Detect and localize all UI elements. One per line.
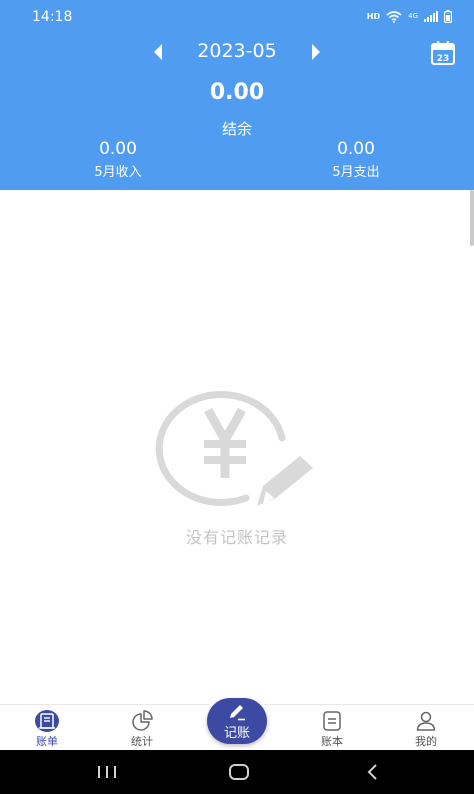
current-month: 2023-05 xyxy=(0,40,474,62)
current-month-text: 2023-05 xyxy=(197,40,277,62)
bill-icon xyxy=(35,710,59,732)
add-record-label: 记账 xyxy=(223,726,250,741)
tab-bills-label: 账单 xyxy=(36,735,58,748)
user-icon xyxy=(416,711,436,731)
tab-mine-label: 我的 xyxy=(415,735,437,748)
pie-chart-icon xyxy=(132,710,153,731)
empty-message: 没有记账记录 xyxy=(185,528,288,547)
balance-value: 0.00 xyxy=(209,80,265,105)
prev-month-button[interactable] xyxy=(148,42,168,62)
tab-books-label: 账本 xyxy=(321,735,343,748)
income-label: 5月收入 xyxy=(94,165,142,180)
next-month-button[interactable] xyxy=(306,42,326,62)
recents-button[interactable] xyxy=(92,760,122,784)
balance-label: 结余 xyxy=(221,120,252,138)
home-button[interactable] xyxy=(224,760,254,784)
calendar-icon: 23 xyxy=(431,41,455,65)
tab-bills[interactable]: 账单 xyxy=(17,709,77,751)
tab-mine[interactable]: 我的 xyxy=(396,709,456,751)
income-summary: 0.00 5月收入 xyxy=(48,138,188,184)
calendar-day: 23 xyxy=(437,54,450,64)
system-nav-bar xyxy=(0,750,474,794)
hd-indicator: HD xyxy=(366,12,381,21)
signal-icon xyxy=(424,11,438,22)
back-icon xyxy=(367,764,377,780)
expense-summary: 0.00 5月支出 xyxy=(286,138,426,184)
expense-label: 5月支出 xyxy=(332,165,380,180)
status-icons: HD 4G xyxy=(367,10,452,23)
back-button[interactable] xyxy=(358,760,388,784)
income-value: 0.00 xyxy=(99,139,137,159)
triangle-right-icon xyxy=(312,44,320,60)
triangle-left-icon xyxy=(154,44,162,60)
pencil-icon xyxy=(230,705,245,721)
summary-header: 14:18 HD 4G 2023-05 23 0.00 结余 0.00 5月收入… xyxy=(0,0,474,190)
status-bar: 14:18 HD 4G xyxy=(0,0,474,34)
expense-value: 0.00 xyxy=(337,139,375,159)
empty-state: 没有记账记录 xyxy=(0,380,474,550)
battery-icon xyxy=(444,10,452,23)
status-time: 14:18 xyxy=(32,9,73,25)
network-type: 4G xyxy=(408,12,418,20)
yen-pencil-icon xyxy=(155,391,313,507)
recents-icon xyxy=(98,766,116,778)
tab-stats-label: 统计 xyxy=(131,735,153,748)
add-record-button[interactable]: 记账 xyxy=(207,698,267,744)
calendar-button[interactable]: 23 xyxy=(430,40,456,66)
scrollbar[interactable] xyxy=(470,190,474,246)
tab-books[interactable]: 账本 xyxy=(302,709,362,751)
tab-stats[interactable]: 统计 xyxy=(112,709,172,751)
wifi-icon xyxy=(386,10,402,23)
app-screen: 14:18 HD 4G 2023-05 23 0.00 结余 0.00 5月收入… xyxy=(0,0,474,794)
month-navigator: 2023-05 23 xyxy=(0,36,474,68)
ledger-icon xyxy=(323,711,341,731)
home-icon xyxy=(229,764,249,780)
